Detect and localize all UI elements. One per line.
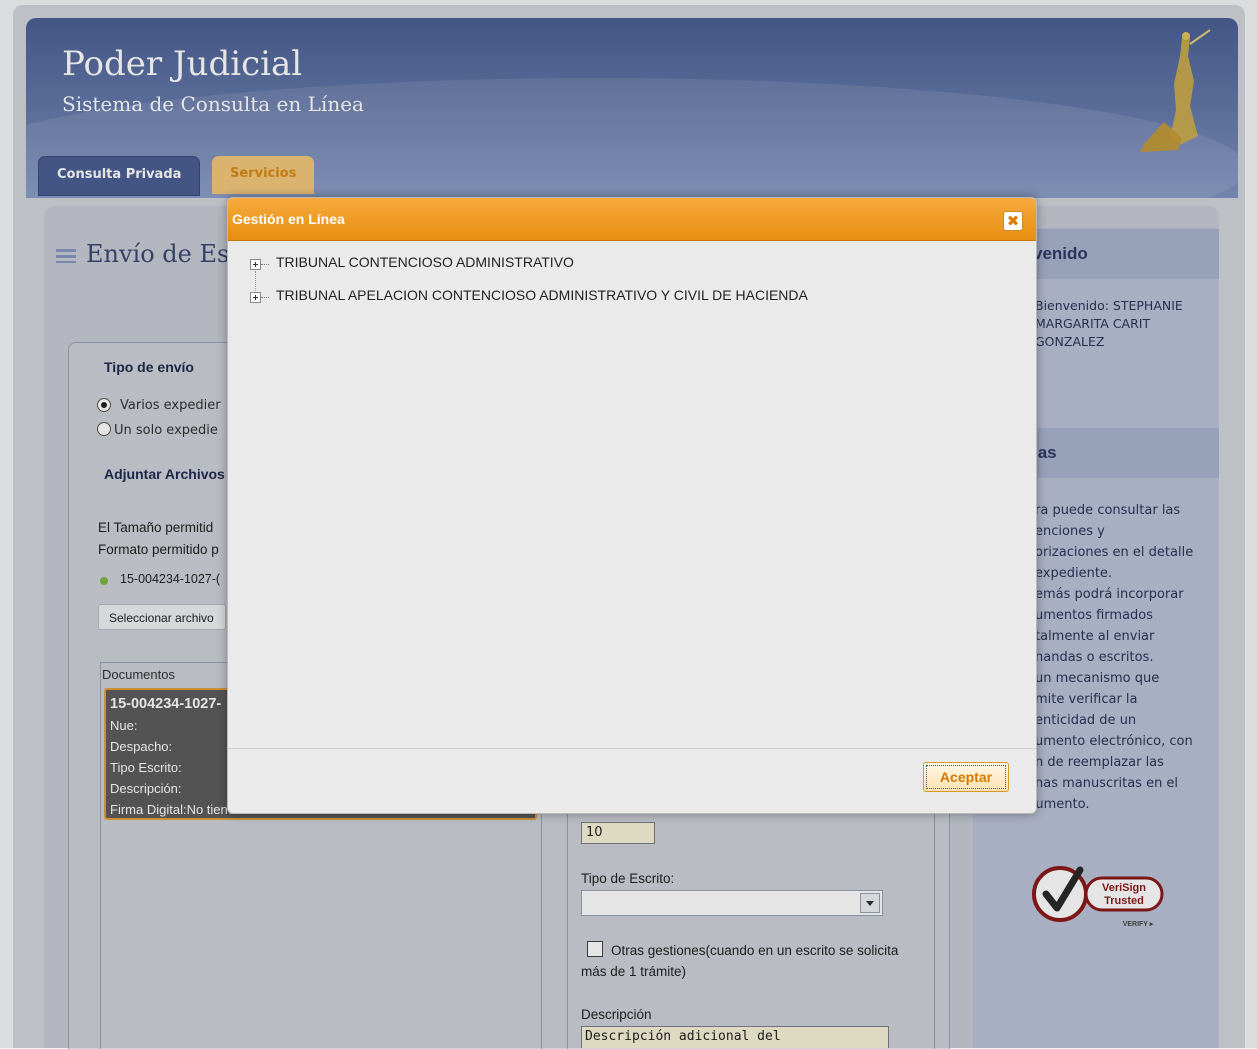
modal-footer-divider xyxy=(228,748,1036,749)
tree-line xyxy=(261,264,269,265)
modal-titlebar[interactable]: Gestión en Línea ✖ xyxy=(228,198,1036,241)
gestion-modal: Gestión en Línea ✖ TRIBUNAL CONTENCIOSO … xyxy=(227,197,1037,814)
expand-icon[interactable] xyxy=(250,259,261,270)
tree-item-label: TRIBUNAL APELACION CONTENCIOSO ADMINISTR… xyxy=(276,287,808,303)
modal-title: Gestión en Línea xyxy=(232,211,345,227)
close-icon[interactable]: ✖ xyxy=(1003,211,1023,231)
tree-item-label: TRIBUNAL CONTENCIOSO ADMINISTRATIVO xyxy=(276,254,574,270)
tree-line xyxy=(261,297,269,298)
accept-button[interactable]: Aceptar xyxy=(923,762,1009,792)
expand-icon[interactable] xyxy=(250,292,261,303)
